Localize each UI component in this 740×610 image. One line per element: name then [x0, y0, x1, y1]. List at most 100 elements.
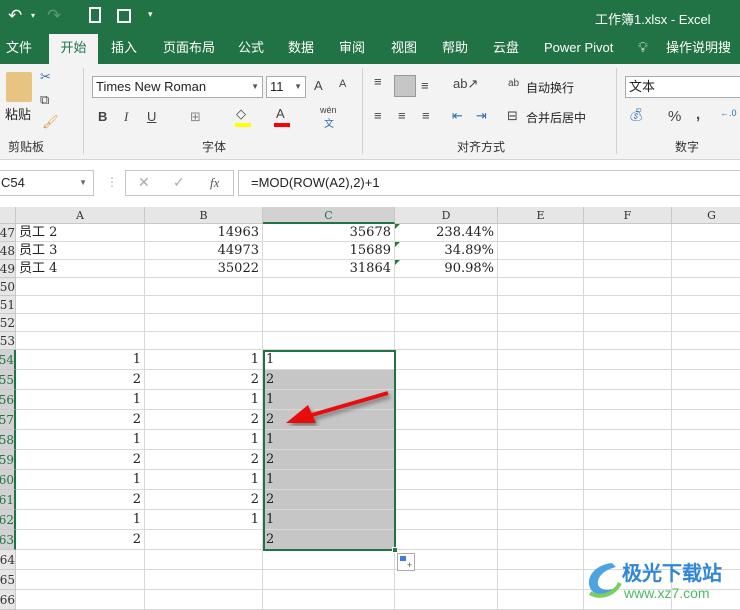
row-header[interactable]: 51: [0, 296, 16, 314]
row-header[interactable]: 54: [0, 350, 16, 370]
cell-g49[interactable]: [672, 260, 740, 278]
cell-c51[interactable]: [263, 296, 395, 314]
cell-f63[interactable]: [584, 530, 672, 550]
cell-c49[interactable]: 31864: [263, 260, 395, 278]
cell-b49[interactable]: 35022: [145, 260, 263, 278]
cell-a63[interactable]: 2: [16, 530, 145, 550]
cell-b48[interactable]: 44973: [145, 242, 263, 260]
cell-f61[interactable]: [584, 490, 672, 510]
row-header[interactable]: 60: [0, 470, 16, 490]
cell-c54[interactable]: 1: [263, 350, 395, 370]
tell-me-search[interactable]: 操作说明搜索: [660, 34, 740, 83]
row-header[interactable]: 47: [0, 224, 16, 242]
select-all-corner[interactable]: [0, 207, 16, 224]
row-header[interactable]: 59: [0, 450, 16, 470]
cell-g53[interactable]: [672, 332, 740, 350]
font-name-select[interactable]: Times New Roman ▼: [92, 76, 263, 98]
insert-function-button[interactable]: fx: [210, 175, 219, 191]
cell-f59[interactable]: [584, 450, 672, 470]
cell-b65[interactable]: [145, 570, 263, 590]
paste-button[interactable]: 粘贴: [5, 104, 31, 123]
font-color-icon[interactable]: A: [276, 106, 285, 121]
cell-f58[interactable]: [584, 430, 672, 450]
cell-e62[interactable]: [498, 510, 584, 530]
cancel-icon[interactable]: ✕: [138, 174, 150, 191]
cell-b61[interactable]: 2: [145, 490, 263, 510]
cell-f53[interactable]: [584, 332, 672, 350]
cell-d53[interactable]: [395, 332, 498, 350]
cell-d49[interactable]: 90.98%: [395, 260, 498, 278]
cell-a62[interactable]: 1: [16, 510, 145, 530]
cell-g61[interactable]: [672, 490, 740, 510]
cell-b52[interactable]: [145, 314, 263, 332]
save-icon[interactable]: [117, 9, 131, 23]
cell-a61[interactable]: 2: [16, 490, 145, 510]
cell-d54[interactable]: [395, 350, 498, 370]
cell-b63[interactable]: [145, 530, 263, 550]
cut-icon[interactable]: ✂: [40, 69, 51, 85]
column-header-d[interactable]: D: [395, 207, 498, 224]
cell-a51[interactable]: [16, 296, 145, 314]
phonetic-top[interactable]: wén: [320, 105, 337, 115]
align-left-icon[interactable]: ≡: [374, 108, 382, 123]
cell-g50[interactable]: [672, 278, 740, 296]
cell-g58[interactable]: [672, 430, 740, 450]
cell-e48[interactable]: [498, 242, 584, 260]
cell-d48[interactable]: 34.89%: [395, 242, 498, 260]
cell-e65[interactable]: [498, 570, 584, 590]
cell-f47[interactable]: [584, 224, 672, 242]
cell-d58[interactable]: [395, 430, 498, 450]
undo-icon[interactable]: ↶: [8, 6, 22, 26]
cell-b54[interactable]: 1: [145, 350, 263, 370]
tab-page-layout[interactable]: 页面布局: [157, 34, 221, 64]
cell-d66[interactable]: [395, 590, 498, 610]
tab-file[interactable]: 文件: [0, 34, 38, 64]
cell-b47[interactable]: 14963: [145, 224, 263, 242]
align-center-icon[interactable]: ≡: [398, 108, 406, 123]
cell-e57[interactable]: [498, 410, 584, 430]
cell-a47[interactable]: 员工 2: [16, 224, 145, 242]
cell-e50[interactable]: [498, 278, 584, 296]
cell-f55[interactable]: [584, 370, 672, 390]
column-header-f[interactable]: F: [584, 207, 672, 224]
cell-c66[interactable]: [263, 590, 395, 610]
row-header[interactable]: 57: [0, 410, 16, 430]
cell-a57[interactable]: 2: [16, 410, 145, 430]
cell-e60[interactable]: [498, 470, 584, 490]
wrap-text-icon[interactable]: ab: [508, 78, 519, 89]
cell-d50[interactable]: [395, 278, 498, 296]
cell-b53[interactable]: [145, 332, 263, 350]
cell-e47[interactable]: [498, 224, 584, 242]
print-preview-icon[interactable]: [89, 7, 101, 23]
cell-f50[interactable]: [584, 278, 672, 296]
cell-g47[interactable]: [672, 224, 740, 242]
decrease-indent-icon[interactable]: ⇤: [452, 108, 463, 124]
cell-d65[interactable]: [395, 570, 498, 590]
cell-g62[interactable]: [672, 510, 740, 530]
row-header[interactable]: 62: [0, 510, 16, 530]
cell-b51[interactable]: [145, 296, 263, 314]
cell-a53[interactable]: [16, 332, 145, 350]
cell-c62[interactable]: 1: [263, 510, 395, 530]
cell-c48[interactable]: 15689: [263, 242, 395, 260]
cell-d59[interactable]: [395, 450, 498, 470]
align-right-icon[interactable]: ≡: [422, 108, 430, 123]
paste-icon[interactable]: [6, 72, 32, 102]
row-header[interactable]: 65: [0, 570, 16, 590]
tab-home[interactable]: 开始: [49, 34, 98, 64]
row-header[interactable]: 64: [0, 550, 16, 570]
align-bottom-icon[interactable]: ≡: [421, 78, 429, 93]
cell-b64[interactable]: [145, 550, 263, 570]
cell-b59[interactable]: 2: [145, 450, 263, 470]
tab-insert[interactable]: 插入: [105, 34, 143, 64]
cell-d57[interactable]: [395, 410, 498, 430]
undo-dropdown-icon[interactable]: ▾: [31, 11, 35, 20]
cell-a49[interactable]: 员工 4: [16, 260, 145, 278]
tab-data[interactable]: 数据: [282, 34, 320, 64]
cell-f52[interactable]: [584, 314, 672, 332]
cell-f57[interactable]: [584, 410, 672, 430]
tab-review[interactable]: 审阅: [333, 34, 371, 64]
name-box[interactable]: C54 ▼: [0, 170, 94, 196]
cell-a48[interactable]: 员工 3: [16, 242, 145, 260]
cell-a66[interactable]: [16, 590, 145, 610]
